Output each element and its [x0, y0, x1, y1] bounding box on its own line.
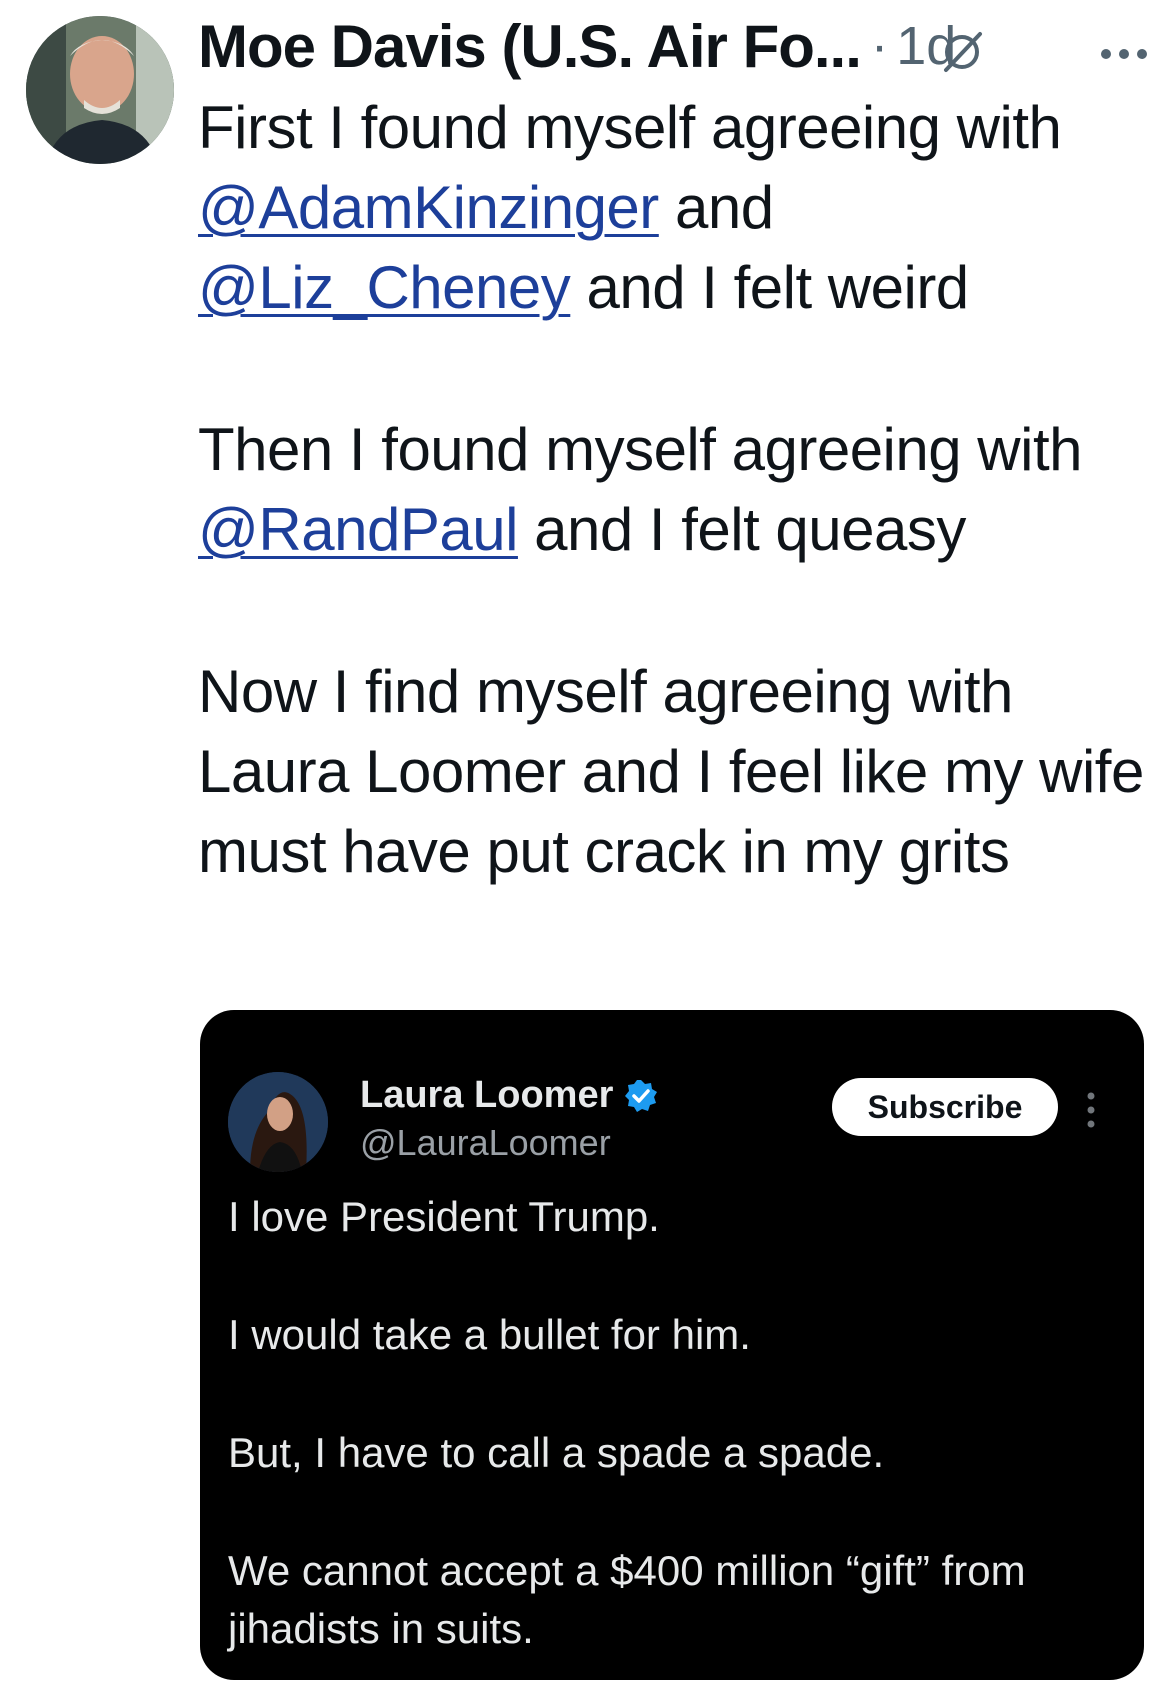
- author-avatar[interactable]: [26, 16, 174, 164]
- tweet-text: First I found myself agreeing with @Adam…: [198, 88, 1158, 892]
- embedded-author-handle: @LauraLoomer: [360, 1122, 611, 1163]
- tweet-text-segment: and I felt queasy: [517, 496, 966, 563]
- tweet-paragraph: First I found myself agreeing with @Adam…: [198, 88, 1158, 328]
- embedded-paragraph: But, I have to call a spade a spade.: [228, 1429, 885, 1476]
- more-vertical-icon: [1087, 1092, 1095, 1128]
- avatar-photo-icon: [26, 16, 174, 164]
- embedded-author-name-row: Laura Loomer: [360, 1074, 659, 1117]
- tweet-paragraph: Then I found myself agreeing with @RandP…: [198, 410, 1158, 570]
- mention-link[interactable]: @RandPaul: [198, 496, 518, 563]
- tweet-text-segment: and I felt weird: [570, 254, 969, 321]
- embedded-author-avatar: [228, 1072, 328, 1172]
- verified-badge-icon: [625, 1079, 658, 1112]
- tweet-text-segment: First I found myself agreeing with: [198, 94, 1062, 161]
- embedded-paragraph: I would take a bullet for him.: [228, 1311, 751, 1358]
- embedded-author-name: Laura Loomer: [360, 1074, 614, 1116]
- more-horizontal-icon[interactable]: [1094, 24, 1154, 80]
- header-separator: ·: [870, 17, 889, 75]
- tweet-text-segment: and: [658, 174, 774, 241]
- tweet-text-segment: Then I found myself agreeing with: [198, 416, 1083, 483]
- author-display-name[interactable]: Moe Davis (U.S. Air Fo...: [198, 12, 862, 81]
- embedded-paragraph: We cannot accept a $400 million “gift” f…: [228, 1547, 1026, 1652]
- slashed-circle-icon: [944, 32, 982, 72]
- tweet-paragraph: Now I find myself agreeing with Laura Lo…: [198, 652, 1158, 892]
- embedded-post-text: I love President Trump. I would take a b…: [228, 1188, 1108, 1658]
- embedded-paragraph: I love President Trump.: [228, 1193, 660, 1240]
- mention-link[interactable]: @AdamKinzinger: [198, 174, 659, 241]
- mention-link[interactable]: @Liz_Cheney: [198, 254, 571, 321]
- embedded-avatar-photo-icon: [228, 1072, 328, 1172]
- tweet-text-segment: Now I find myself agreeing with Laura Lo…: [198, 658, 1144, 885]
- subscribe-button: Subscribe: [832, 1078, 1058, 1136]
- embedded-post-image[interactable]: Laura Loomer @LauraLoomer Subscribe I lo…: [200, 1010, 1144, 1680]
- tweet-header: Moe Davis (U.S. Air Fo... · 1d: [198, 10, 1158, 82]
